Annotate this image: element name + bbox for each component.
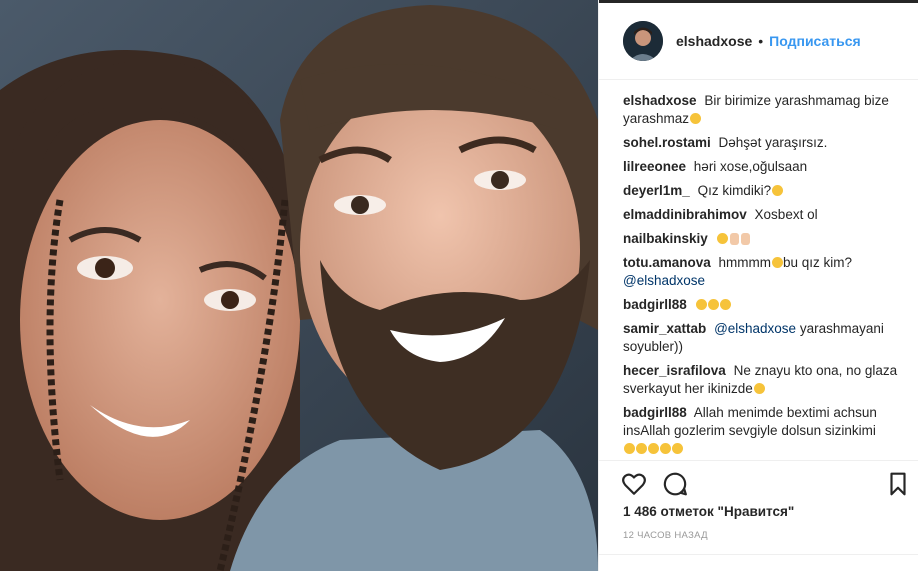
heart-eyes-emoji-icon — [719, 299, 731, 310]
smile-emoji-icon — [753, 383, 765, 394]
comment-text: Qız kimdiki? — [697, 183, 772, 198]
smile-emoji-icon — [672, 443, 683, 454]
post-image — [0, 0, 598, 571]
comment-item: deyerl1m_ Qız kimdiki? — [623, 182, 911, 200]
smile-emoji-icon — [707, 299, 719, 310]
comment-item: nailbakinskiy — [623, 230, 911, 248]
post-header: elshadxose • Подписаться — [599, 3, 918, 80]
header-username[interactable]: elshadxose — [676, 33, 752, 49]
comment-text-continued: bu qız kim? — [783, 255, 853, 270]
comment-username[interactable]: totu.amanova — [623, 255, 711, 270]
comment-username[interactable]: nailbakinskiy — [623, 231, 708, 246]
comment-item: hecer_israfilova Ne znayu kto ona, no gl… — [623, 362, 911, 398]
separator-dot: • — [758, 33, 764, 49]
comment-item: lilreeonee həri xose,oğulsaan — [623, 158, 911, 176]
post-photo[interactable] — [0, 0, 598, 571]
surprised-emoji-icon — [772, 185, 784, 196]
likes-count[interactable]: 1 486 отметок "Нравится" — [623, 504, 794, 519]
comment-item: elshadxose Bir birimize yarashmamag bize… — [623, 92, 911, 128]
comment-mention[interactable]: @elshadxose — [714, 321, 796, 336]
comment-username[interactable]: sohel.rostami — [623, 135, 711, 150]
pointing-hand-emoji-icon — [740, 233, 750, 245]
comment-item: badgirll88 Allah menimde bextimi achsun … — [623, 404, 911, 458]
sunglasses-emoji-icon — [690, 113, 702, 124]
comment-username[interactable]: elshadxose — [623, 93, 697, 108]
comment-text: Xosbext ol — [754, 207, 818, 222]
comment-username[interactable]: elmaddinibrahimov — [623, 207, 747, 222]
smile-emoji-icon — [695, 299, 707, 310]
action-bar — [599, 460, 918, 504]
comment-item: badgirll88 — [623, 296, 911, 314]
smirk-emoji-icon — [772, 257, 784, 268]
comment-username[interactable]: samir_xattab — [623, 321, 706, 336]
bookmark-icon[interactable] — [885, 471, 911, 497]
comment-text: həri xose,oğulsaan — [693, 159, 808, 174]
comment-username[interactable]: lilreeonee — [623, 159, 686, 174]
follow-button[interactable]: Подписаться — [769, 33, 861, 49]
post-panel: elshadxose • Подписаться elshadxose Bir … — [598, 0, 918, 571]
grin-emoji-icon — [716, 233, 728, 244]
comment-text: hmmmm — [718, 255, 772, 270]
comment-item: sohel.rostami Dəhşət yaraşırsız. — [623, 134, 911, 152]
comment-item: samir_xattab @elshadxose yarashmayani so… — [623, 320, 911, 356]
comment-username[interactable]: badgirll88 — [623, 297, 687, 312]
comment-username[interactable]: hecer_israfilova — [623, 363, 726, 378]
avatar[interactable] — [623, 21, 663, 61]
add-comment-area[interactable] — [599, 554, 918, 572]
post-timestamp[interactable]: 12 ЧАСОВ НАЗАД — [623, 530, 708, 541]
smile-emoji-icon — [648, 443, 659, 454]
ok-hand-emoji-icon — [729, 233, 739, 245]
comment-item: totu.amanova hmmmm bu qız kim? @elshadxos… — [623, 254, 911, 290]
smile-emoji-icon — [660, 443, 671, 454]
avatar-image — [623, 21, 663, 61]
comment-icon[interactable] — [662, 471, 688, 497]
smile-emoji-icon — [636, 443, 647, 454]
comment-username[interactable]: deyerl1m_ — [623, 183, 690, 198]
comment-mention[interactable]: @elshadxose — [623, 273, 705, 288]
comment-username[interactable]: badgirll88 — [623, 405, 687, 420]
comment-text: Dəhşət yaraşırsız. — [718, 135, 828, 150]
comments-list[interactable]: elshadxose Bir birimize yarashmamag bize… — [623, 92, 911, 458]
heart-icon[interactable] — [621, 471, 647, 497]
smile-emoji-icon — [624, 443, 635, 454]
comment-item: elmaddinibrahimov Xosbext ol — [623, 206, 911, 224]
